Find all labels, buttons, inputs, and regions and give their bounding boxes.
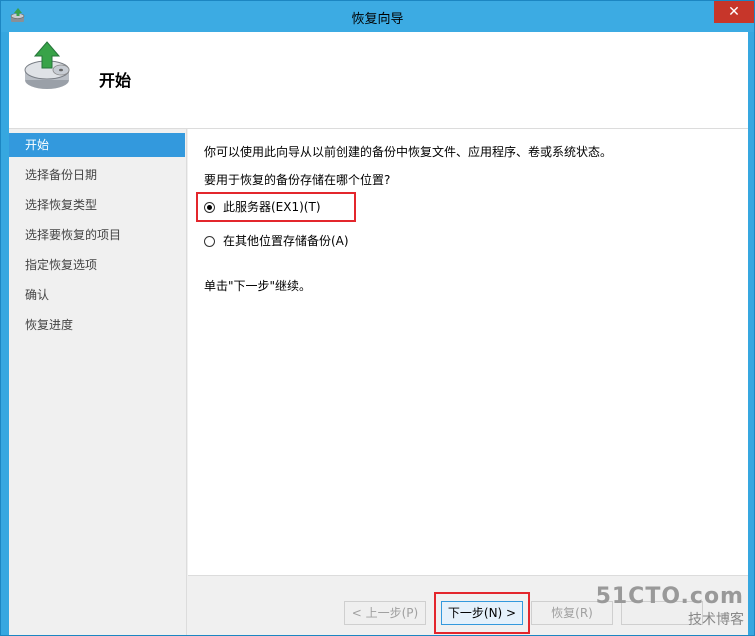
sidebar-item-select-items[interactable]: 选择要恢复的项目 xyxy=(9,223,185,247)
previous-button[interactable]: < 上一步(P) xyxy=(344,601,426,625)
sidebar-item-confirm[interactable]: 确认 xyxy=(9,283,185,307)
window-title: 恢复向导 xyxy=(351,12,404,27)
option-this-server-label: 此服务器(EX1)(T) xyxy=(223,200,321,214)
intro-text: 你可以使用此向导从以前创建的备份中恢复文件、应用程序、卷或系统状态。 xyxy=(204,145,613,159)
wizard-content: 你可以使用此向导从以前创建的备份中恢复文件、应用程序、卷或系统状态。 要用于恢复… xyxy=(188,129,748,575)
option-this-server[interactable]: 此服务器(EX1)(T) xyxy=(204,198,321,216)
option-other-location[interactable]: 在其他位置存储备份(A) xyxy=(204,232,349,250)
next-button[interactable]: 下一步(N) > xyxy=(441,601,523,625)
title-bar[interactable]: 恢复向导 ✕ xyxy=(1,1,754,32)
wizard-client-area: 开始 开始 选择备份日期 选择恢复类型 选择要恢复的项目 指定恢复选项 确认 恢… xyxy=(9,32,748,635)
wizard-steps-sidebar: 开始 选择备份日期 选择恢复类型 选择要恢复的项目 指定恢复选项 确认 恢复进度 xyxy=(9,129,187,635)
option-other-location-label: 在其他位置存储备份(A) xyxy=(223,234,349,248)
radio-button-checked[interactable] xyxy=(204,202,215,213)
cancel-button[interactable] xyxy=(621,601,703,625)
radio-button[interactable] xyxy=(204,236,215,247)
close-button[interactable]: ✕ xyxy=(714,1,754,23)
sidebar-item-progress[interactable]: 恢复进度 xyxy=(9,313,185,337)
sidebar-item-recovery-options[interactable]: 指定恢复选项 xyxy=(9,253,185,277)
sidebar-item-start[interactable]: 开始 xyxy=(9,133,185,157)
restore-button[interactable]: 恢复(R) xyxy=(531,601,613,625)
continue-hint: 单击"下一步"继续。 xyxy=(204,279,312,293)
sidebar-item-select-backup-date[interactable]: 选择备份日期 xyxy=(9,163,185,187)
sidebar-item-select-recovery-type[interactable]: 选择恢复类型 xyxy=(9,193,185,217)
wizard-footer: < 上一步(P) 下一步(N) > 恢复(R) xyxy=(188,575,748,635)
wizard-header: 开始 xyxy=(9,32,748,129)
restore-wizard-window: 恢复向导 ✕ 开始 开始 选择备份日期 选择恢复类型 选择要恢复的项目 指定恢复… xyxy=(0,0,755,636)
page-title: 开始 xyxy=(99,71,132,90)
location-question: 要用于恢复的备份存储在哪个位置? xyxy=(204,173,391,187)
backup-restore-icon xyxy=(24,41,70,89)
